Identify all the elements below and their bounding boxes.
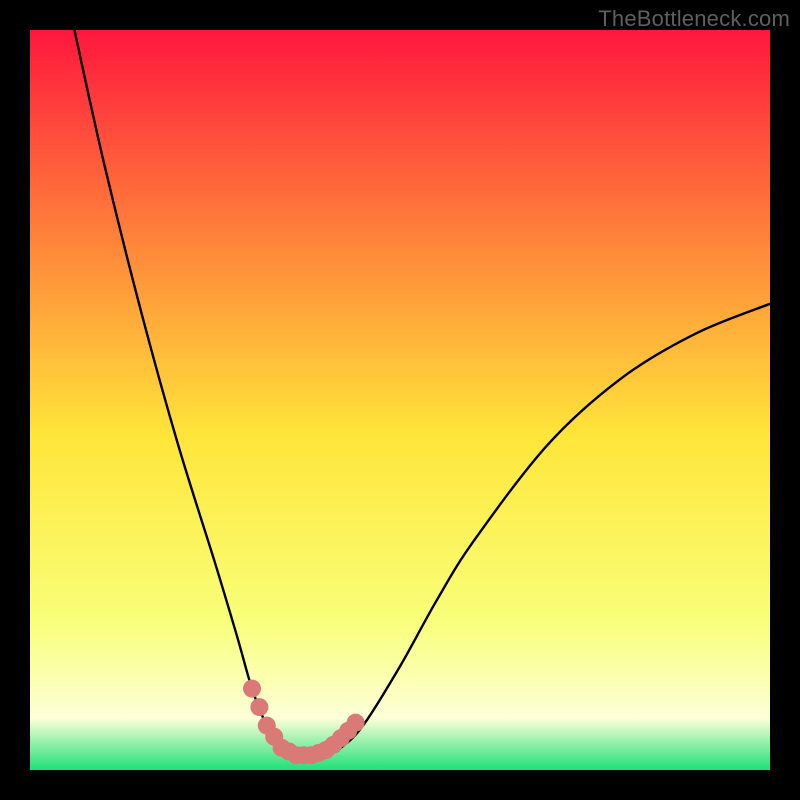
highlight-marker: [243, 680, 261, 698]
chart-frame: TheBottleneck.com: [0, 0, 800, 800]
watermark-text: TheBottleneck.com: [598, 6, 790, 32]
plot-area: [30, 30, 770, 770]
highlight-marker: [250, 698, 268, 716]
bottleneck-curve: [30, 30, 770, 770]
highlight-marker: [347, 714, 365, 732]
